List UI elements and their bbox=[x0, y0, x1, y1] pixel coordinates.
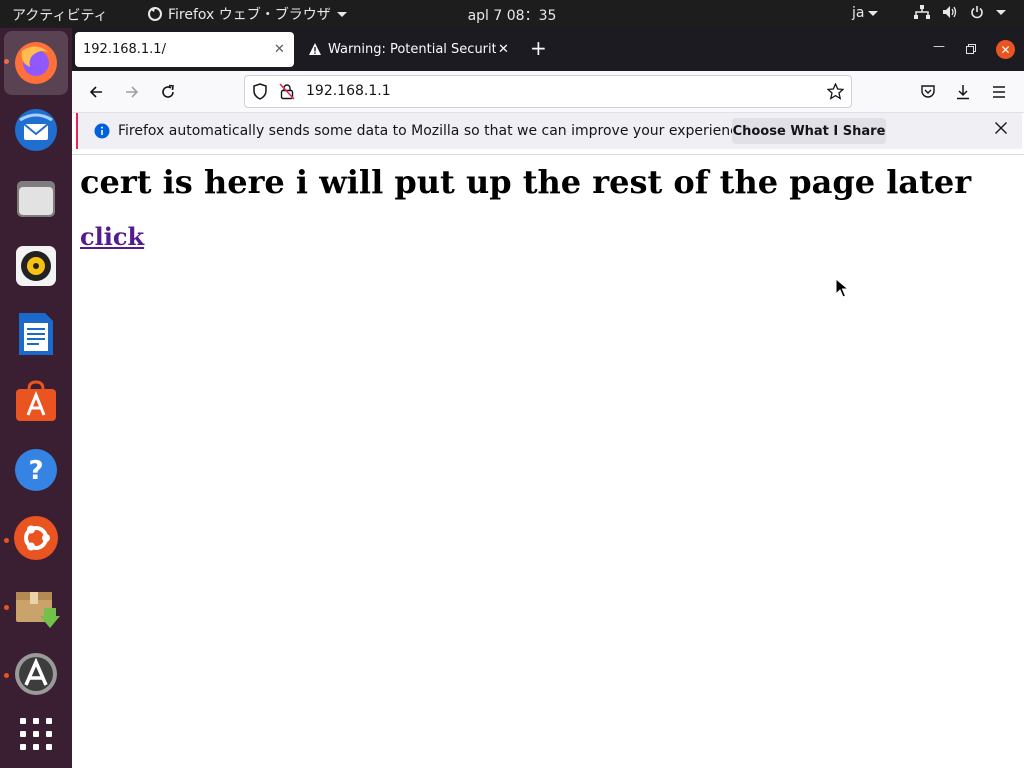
tab-title: 192.168.1.1/ bbox=[83, 42, 166, 57]
click-link[interactable]: click bbox=[80, 222, 144, 251]
url-bar[interactable]: 192.168.1.1 bbox=[244, 75, 852, 108]
back-arrow-icon bbox=[89, 86, 102, 98]
tab-192-168-1-1[interactable]: 192.168.1.1/ ✕ bbox=[75, 32, 294, 67]
info-icon bbox=[94, 123, 110, 139]
dock-software[interactable] bbox=[10, 376, 62, 428]
tab-bar: 192.168.1.1/ ✕ Warning: Potential Securi… bbox=[72, 28, 1024, 71]
svg-text:?: ? bbox=[28, 456, 43, 486]
pocket-icon bbox=[921, 85, 935, 98]
bookmark-star-icon[interactable] bbox=[827, 83, 844, 100]
files-icon bbox=[17, 181, 55, 217]
page-content: cert is here i will put up the rest of t… bbox=[72, 154, 1024, 768]
dock-files[interactable] bbox=[10, 172, 62, 224]
app-menu[interactable]: Firefox ウェブ・ブラウザ bbox=[148, 4, 347, 24]
minimize-icon[interactable]: — bbox=[933, 39, 945, 53]
tab-close-icon[interactable]: ✕ bbox=[274, 42, 285, 57]
tab-title: Warning: Potential Security Risk Ahead bbox=[328, 42, 496, 57]
warning-icon bbox=[309, 43, 321, 55]
dock-show-apps[interactable] bbox=[10, 708, 62, 760]
running-indicator bbox=[4, 605, 9, 610]
dock-help[interactable]: ? bbox=[10, 444, 62, 496]
dock-updater[interactable] bbox=[10, 648, 62, 700]
chevron-down-icon bbox=[336, 11, 347, 17]
chevron-down-icon bbox=[996, 9, 1006, 15]
ubuntu-icon bbox=[14, 516, 58, 560]
firefox-window: 192.168.1.1/ ✕ Warning: Potential Securi… bbox=[72, 28, 1024, 768]
dock-writer[interactable] bbox=[10, 308, 62, 360]
firefox-small-icon bbox=[148, 7, 162, 21]
page-heading: cert is here i will put up the rest of t… bbox=[80, 163, 972, 201]
show-apps-icon bbox=[20, 718, 52, 750]
network-icon bbox=[914, 5, 930, 19]
thunderbird-icon bbox=[15, 109, 57, 151]
firefox-icon bbox=[15, 42, 57, 84]
notification-message: Firefox automatically sends some data to… bbox=[118, 123, 751, 139]
running-indicator bbox=[4, 538, 9, 543]
rhythmbox-icon bbox=[16, 246, 56, 286]
pocket-button[interactable] bbox=[917, 81, 939, 103]
ubuntu-software-icon bbox=[16, 380, 56, 421]
help-icon: ? bbox=[15, 449, 57, 491]
tab-close-icon[interactable]: ✕ bbox=[498, 42, 509, 57]
downloads-button[interactable] bbox=[952, 81, 974, 103]
dock: ? bbox=[0, 28, 72, 768]
reload-icon bbox=[162, 84, 174, 98]
nav-bar: 192.168.1.1 bbox=[72, 71, 1024, 113]
tracking-shield-icon[interactable] bbox=[252, 83, 268, 100]
chevron-down-icon bbox=[868, 10, 879, 16]
hamburger-menu-icon bbox=[993, 86, 1005, 98]
input-method-label: ja bbox=[852, 5, 865, 21]
tab-security-warning[interactable]: Warning: Potential Security Risk Ahead ✕ bbox=[300, 32, 512, 67]
new-tab-button[interactable]: + bbox=[530, 36, 547, 60]
window-close-button[interactable]: ✕ bbox=[996, 40, 1015, 59]
volume-icon bbox=[943, 6, 957, 18]
archive-manager-icon bbox=[16, 592, 60, 628]
clock[interactable]: apl 7 08：35 bbox=[468, 8, 557, 24]
app-menu-label: Firefox ウェブ・ブラウザ bbox=[168, 7, 331, 23]
running-indicator bbox=[4, 673, 9, 678]
url-text: 192.168.1.1 bbox=[306, 83, 391, 99]
libreoffice-writer-icon bbox=[19, 313, 53, 355]
power-icon bbox=[971, 6, 983, 19]
reload-button[interactable] bbox=[157, 81, 179, 103]
software-updater-icon bbox=[15, 653, 57, 695]
restore-icon[interactable] bbox=[966, 44, 976, 54]
dock-ubuntu[interactable] bbox=[10, 512, 62, 564]
mouse-cursor-icon bbox=[835, 278, 849, 298]
dock-archive[interactable] bbox=[10, 580, 62, 632]
forward-button[interactable] bbox=[121, 81, 143, 103]
dock-firefox[interactable] bbox=[4, 31, 68, 95]
menu-button[interactable] bbox=[988, 81, 1010, 103]
dock-thunderbird[interactable] bbox=[10, 104, 62, 156]
top-panel: アクティビティ Firefox ウェブ・ブラウザ apl 7 08：35 ja bbox=[0, 0, 1024, 28]
forward-arrow-icon bbox=[126, 86, 139, 98]
activities-button[interactable]: アクティビティ bbox=[12, 5, 108, 25]
back-button[interactable] bbox=[85, 81, 107, 103]
dock-rhythmbox[interactable] bbox=[10, 240, 62, 292]
system-menu[interactable] bbox=[914, 5, 1006, 19]
download-icon bbox=[957, 85, 969, 100]
close-icon[interactable] bbox=[994, 121, 1008, 135]
input-method-menu[interactable]: ja bbox=[852, 5, 879, 21]
insecure-lock-icon[interactable] bbox=[279, 83, 295, 100]
choose-what-i-share-button[interactable]: Choose What I Share bbox=[732, 118, 886, 144]
data-collection-notification: Firefox automatically sends some data to… bbox=[76, 113, 1022, 149]
